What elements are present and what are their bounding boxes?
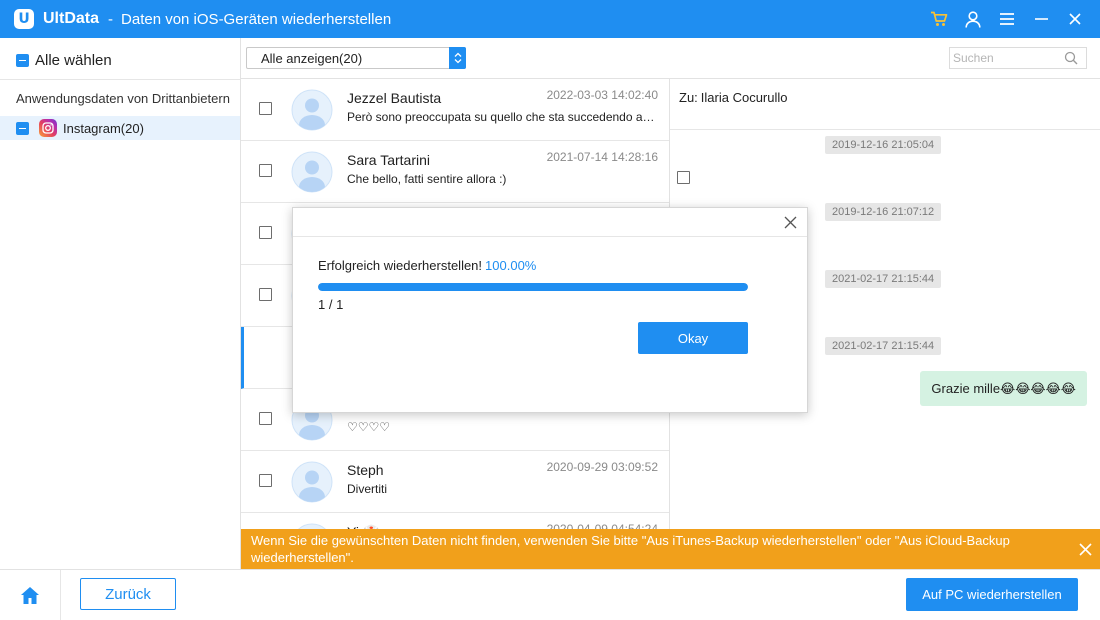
home-button[interactable] <box>0 570 61 620</box>
contact-name: Jezzel Bautista <box>347 90 442 106</box>
sidebar-item-label: Instagram(20) <box>63 120 144 136</box>
partial-checkbox-icon[interactable] <box>16 53 29 67</box>
sidebar-item-instagram[interactable]: Instagram(20) <box>0 116 240 140</box>
message-checkbox[interactable] <box>677 171 690 184</box>
list-toolbar: Alle anzeigen(20) <box>241 38 1100 79</box>
message-time: 2022-03-03 14:02:40 <box>546 88 658 102</box>
restore-to-pc-button[interactable]: Auf PC wiederherstellen <box>906 578 1078 611</box>
message-preview: Divertiti <box>347 482 388 496</box>
contact-name: Steph <box>347 462 384 478</box>
message-bubble: Grazie mille😂😂😂😂😂 <box>920 371 1087 406</box>
row-checkbox[interactable] <box>259 102 272 115</box>
select-all-label: Alle wählen <box>35 51 112 69</box>
message-timestamp: 2019-12-16 21:05:04 <box>825 136 942 154</box>
conversation-row[interactable]: Yi 🎲2020-04-09 04:54:24 <box>241 513 669 529</box>
conversation-header: Zu: Ilaria Cocurullo <box>670 79 1100 130</box>
partial-checkbox-icon[interactable] <box>16 121 29 135</box>
contact-name: Sara Tartarini <box>347 152 431 168</box>
close-icon[interactable] <box>1076 540 1094 558</box>
window-controls <box>922 0 1092 38</box>
app-name: UltData <box>43 10 100 27</box>
search-input[interactable] <box>953 49 1063 67</box>
filter-value: Alle anzeigen(20) <box>261 50 363 66</box>
footer-bar: Zurück Auf PC wiederherstellen <box>0 569 1100 620</box>
menu-icon[interactable] <box>990 0 1024 38</box>
select-all-checkbox[interactable]: Alle wählen <box>16 50 112 70</box>
category-sidebar: Alle wählen Anwendungsdaten von Drittanb… <box>0 38 241 569</box>
instagram-icon <box>39 119 57 137</box>
close-icon[interactable] <box>781 213 799 231</box>
back-button[interactable]: Zurück <box>80 578 176 610</box>
window-title: Daten von iOS-Geräten wiederherstellen <box>121 10 392 28</box>
title-bar: U UltData - Daten von iOS-Geräten wieder… <box>0 0 1100 38</box>
avatar <box>291 151 333 193</box>
message-preview: Però sono preoccupata su quello che sta … <box>347 110 657 124</box>
message-time: 2021-07-14 14:28:16 <box>546 150 658 164</box>
partial-checkbox-icon[interactable] <box>259 350 272 363</box>
avatar <box>291 461 333 503</box>
restore-status: Erfolgreich wiederherstellen! 100.00% <box>318 258 536 273</box>
search-box[interactable] <box>949 47 1087 69</box>
progress-bar <box>318 283 748 291</box>
notice-banner: Wenn Sie die gewünschten Daten nicht fin… <box>241 529 1100 569</box>
message-timestamp: 2021-02-17 21:15:44 <box>825 270 942 288</box>
title-separator: - <box>108 10 114 28</box>
conversation-row[interactable]: Jezzel Bautista 2022-03-03 14:02:40 Però s… <box>241 79 669 141</box>
progress-percent: 100.00% <box>485 258 537 273</box>
recipient: Zu: Ilaria Cocurullo <box>679 90 788 105</box>
ultdata-logo-icon: U <box>14 9 34 29</box>
home-icon[interactable] <box>20 586 40 605</box>
divider <box>0 79 240 80</box>
row-checkbox[interactable] <box>259 412 272 425</box>
row-checkbox[interactable] <box>259 288 272 301</box>
okay-button[interactable]: Okay <box>638 322 748 354</box>
status-text: Erfolgreich wiederherstellen! <box>318 258 483 273</box>
progress-count: 1 / 1 <box>318 297 344 312</box>
message-timestamp: 2021-02-17 21:15:44 <box>825 337 942 355</box>
conversation-row[interactable]: Steph 2020-09-29 03:09:52 Divertiti <box>241 451 669 513</box>
restore-success-dialog: Erfolgreich wiederherstellen! 100.00% 1 /… <box>292 207 808 413</box>
category-title: Anwendungsdaten von Drittanbietern <box>16 91 230 106</box>
notice-text: Wenn Sie die gewünschten Daten nicht fin… <box>251 533 1010 565</box>
search-icon[interactable] <box>1064 51 1078 68</box>
message-timestamp: 2019-12-16 21:07:12 <box>825 203 942 221</box>
filter-dropdown[interactable]: Alle anzeigen(20) <box>246 47 466 69</box>
message-time: 2020-04-09 04:54:24 <box>546 522 658 529</box>
cart-icon[interactable] <box>922 0 956 38</box>
message-time: 2020-09-29 03:09:52 <box>546 460 658 474</box>
dialog-header <box>293 208 807 237</box>
conversation-row[interactable]: Sara Tartarini 2021-07-14 14:28:16 Che bel… <box>241 141 669 203</box>
dropdown-arrows-icon[interactable] <box>449 47 466 69</box>
avatar <box>291 89 333 131</box>
message-preview: Che bello, fatti sentire allora :) <box>347 172 507 186</box>
recipient-label: Zu: <box>679 90 698 105</box>
close-icon[interactable] <box>1058 0 1092 38</box>
recipient-name: Ilaria Cocurullo <box>700 90 788 105</box>
row-checkbox[interactable] <box>259 474 272 487</box>
user-icon[interactable] <box>956 0 990 38</box>
row-checkbox[interactable] <box>259 226 272 239</box>
message-preview: ♡♡♡♡ <box>347 420 391 434</box>
row-checkbox[interactable] <box>259 164 272 177</box>
minimize-icon[interactable] <box>1024 0 1058 38</box>
progress-fill <box>318 283 748 291</box>
